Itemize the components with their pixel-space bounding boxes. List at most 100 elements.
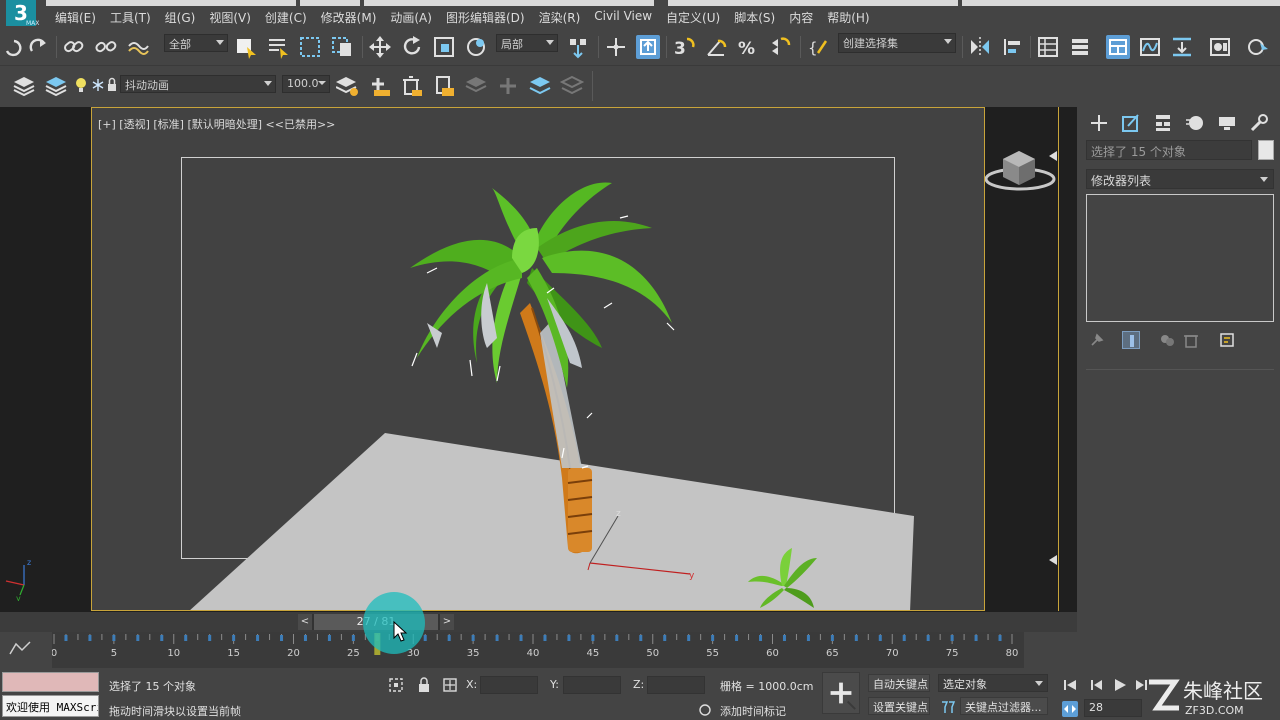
keyframe-marker[interactable] (327, 635, 331, 641)
previous-frame-icon[interactable] (1088, 677, 1104, 693)
keyframe-marker[interactable] (567, 635, 571, 641)
keyframe-marker[interactable] (136, 635, 140, 641)
keyframe-marker[interactable] (806, 635, 810, 641)
keyframe-marker[interactable] (974, 635, 978, 641)
isolate-selection-icon[interactable] (388, 677, 404, 693)
layer-disabled-3-icon[interactable] (559, 74, 585, 98)
motion-tab-icon[interactable] (1184, 112, 1206, 134)
keyframe-marker[interactable] (950, 635, 954, 641)
align-icon[interactable] (1000, 35, 1024, 59)
keyframe-marker[interactable] (902, 635, 906, 641)
menu-item[interactable]: 自定义(U) (659, 9, 727, 26)
keyframe-marker[interactable] (615, 635, 619, 641)
create-tab-icon[interactable] (1088, 112, 1110, 134)
absolute-mode-icon[interactable] (442, 677, 458, 693)
keyframe-marker[interactable] (495, 635, 499, 641)
menu-item[interactable]: Civil View (587, 9, 659, 26)
go-to-start-icon[interactable] (1062, 677, 1078, 693)
keyframe-marker[interactable] (687, 635, 691, 641)
keyframe-marker[interactable] (735, 635, 739, 641)
menu-item[interactable]: 编辑(E) (48, 9, 103, 26)
selection-name-field[interactable]: 选择了 15 个对象 (1086, 140, 1252, 160)
layers-active-icon[interactable] (44, 74, 68, 98)
viewport-toggle-bottom[interactable] (1049, 555, 1057, 565)
layer-settings-icon[interactable] (335, 74, 360, 98)
auto-key-button[interactable]: 自动关键点 (868, 674, 930, 692)
menu-item[interactable]: 组(G) (158, 9, 203, 26)
layer-disabled-2-icon[interactable] (496, 74, 520, 98)
trackbar-ruler[interactable]: 0 5 10 15 20 25 30 35 40 45 50 55 60 65 70 75 80 (51, 632, 1024, 668)
spinner-snap-icon[interactable] (768, 35, 792, 59)
ref-coord-dropdown[interactable]: 局部 (496, 34, 558, 52)
scene-explorer-icon[interactable] (1036, 35, 1060, 59)
keyframe-marker[interactable] (591, 635, 595, 641)
time-slider-prev[interactable]: < (298, 614, 312, 630)
add-time-tag[interactable]: 添加时间标记 (720, 703, 786, 719)
lightbulb-icon[interactable] (74, 76, 88, 94)
pivot-center-icon[interactable] (566, 35, 590, 59)
select-by-name-icon[interactable] (266, 35, 290, 59)
layer-explorer-icon[interactable] (1068, 35, 1092, 59)
delete-layer-icon[interactable] (400, 74, 424, 98)
keyboard-shortcut-override-icon[interactable] (636, 35, 660, 59)
keyframe-marker[interactable] (88, 635, 92, 641)
display-tab-icon[interactable] (1216, 112, 1238, 134)
hierarchy-tab-icon[interactable] (1152, 112, 1174, 134)
menu-item[interactable]: 帮助(H) (820, 9, 876, 26)
perspective-viewport[interactable]: [+] [透视] [标准] [默认明暗处理] <<已禁用>> z y (91, 107, 985, 611)
configure-sets-icon[interactable] (1218, 331, 1236, 349)
y-coord-field[interactable] (563, 676, 621, 694)
keyframe-marker[interactable] (543, 635, 547, 641)
angle-snap-icon[interactable] (704, 35, 728, 59)
keyframe-marker[interactable] (854, 635, 858, 641)
snowflake-icon[interactable] (92, 76, 104, 94)
menu-item[interactable]: 工具(T) (103, 9, 158, 26)
undo-icon[interactable] (0, 35, 24, 59)
keyframe-marker[interactable] (830, 635, 834, 641)
rotate-icon[interactable] (400, 35, 424, 59)
keyframe-marker[interactable] (184, 635, 188, 641)
mini-curve-editor-icon[interactable] (8, 638, 32, 658)
keyframe-marker[interactable] (303, 635, 307, 641)
remove-modifier-icon[interactable] (1182, 331, 1200, 349)
curve-editor-icon[interactable] (1138, 35, 1162, 59)
key-filters-button[interactable]: 关键点过滤器... (960, 697, 1048, 715)
place-icon[interactable] (464, 35, 488, 59)
maxscript-listener-input[interactable]: 欢迎使用 MAXScript (2, 695, 99, 717)
link-icon[interactable] (62, 35, 86, 59)
keyframe-marker[interactable] (519, 635, 523, 641)
ribbon-toggle-icon[interactable] (1106, 35, 1130, 59)
keyframe-marker[interactable] (663, 635, 667, 641)
menu-item[interactable]: 创建(C) (258, 9, 314, 26)
material-editor-icon[interactable] (1208, 35, 1232, 59)
keyframe-marker[interactable] (208, 635, 212, 641)
lock-icon[interactable] (106, 76, 118, 94)
show-end-result-icon[interactable] (1122, 331, 1140, 349)
snap-3d-icon[interactable]: 3 (672, 35, 696, 59)
pin-stack-icon[interactable] (1088, 331, 1106, 349)
menu-item[interactable]: 修改器(M) (314, 9, 384, 26)
schematic-view-icon[interactable] (1170, 35, 1194, 59)
keyframe-marker[interactable] (998, 635, 1002, 641)
layer-sync-icon[interactable] (528, 74, 552, 98)
layer-disabled-1-icon[interactable] (464, 74, 488, 98)
menu-item[interactable]: 图形编辑器(D) (439, 9, 532, 26)
redo-icon[interactable] (26, 35, 50, 59)
key-filter-icon[interactable] (940, 699, 956, 715)
keyframe-marker[interactable] (160, 635, 164, 641)
keyframe-marker[interactable] (64, 635, 68, 641)
viewcube[interactable] (985, 137, 1059, 197)
viewport-label[interactable]: [+] [透视] [标准] [默认明暗处理] <<已禁用>> (98, 116, 335, 132)
unlink-icon[interactable] (94, 35, 118, 59)
selection-lock-icon[interactable] (416, 677, 432, 693)
bind-spacewarp-icon[interactable] (126, 35, 150, 59)
menu-item[interactable]: 动画(A) (383, 9, 439, 26)
modifier-list-dropdown[interactable]: 修改器列表 (1086, 169, 1274, 189)
time-slider-next[interactable]: > (440, 614, 454, 630)
3dsmax-logo[interactable]: 3 MAX (2, 0, 42, 28)
menu-item[interactable]: 脚本(S) (727, 9, 782, 26)
edit-named-selection-icon[interactable]: { (806, 35, 830, 59)
keyframe-marker[interactable] (759, 635, 763, 641)
current-frame-spinner[interactable]: 28 (1084, 699, 1142, 717)
object-color-swatch[interactable] (1258, 140, 1274, 160)
